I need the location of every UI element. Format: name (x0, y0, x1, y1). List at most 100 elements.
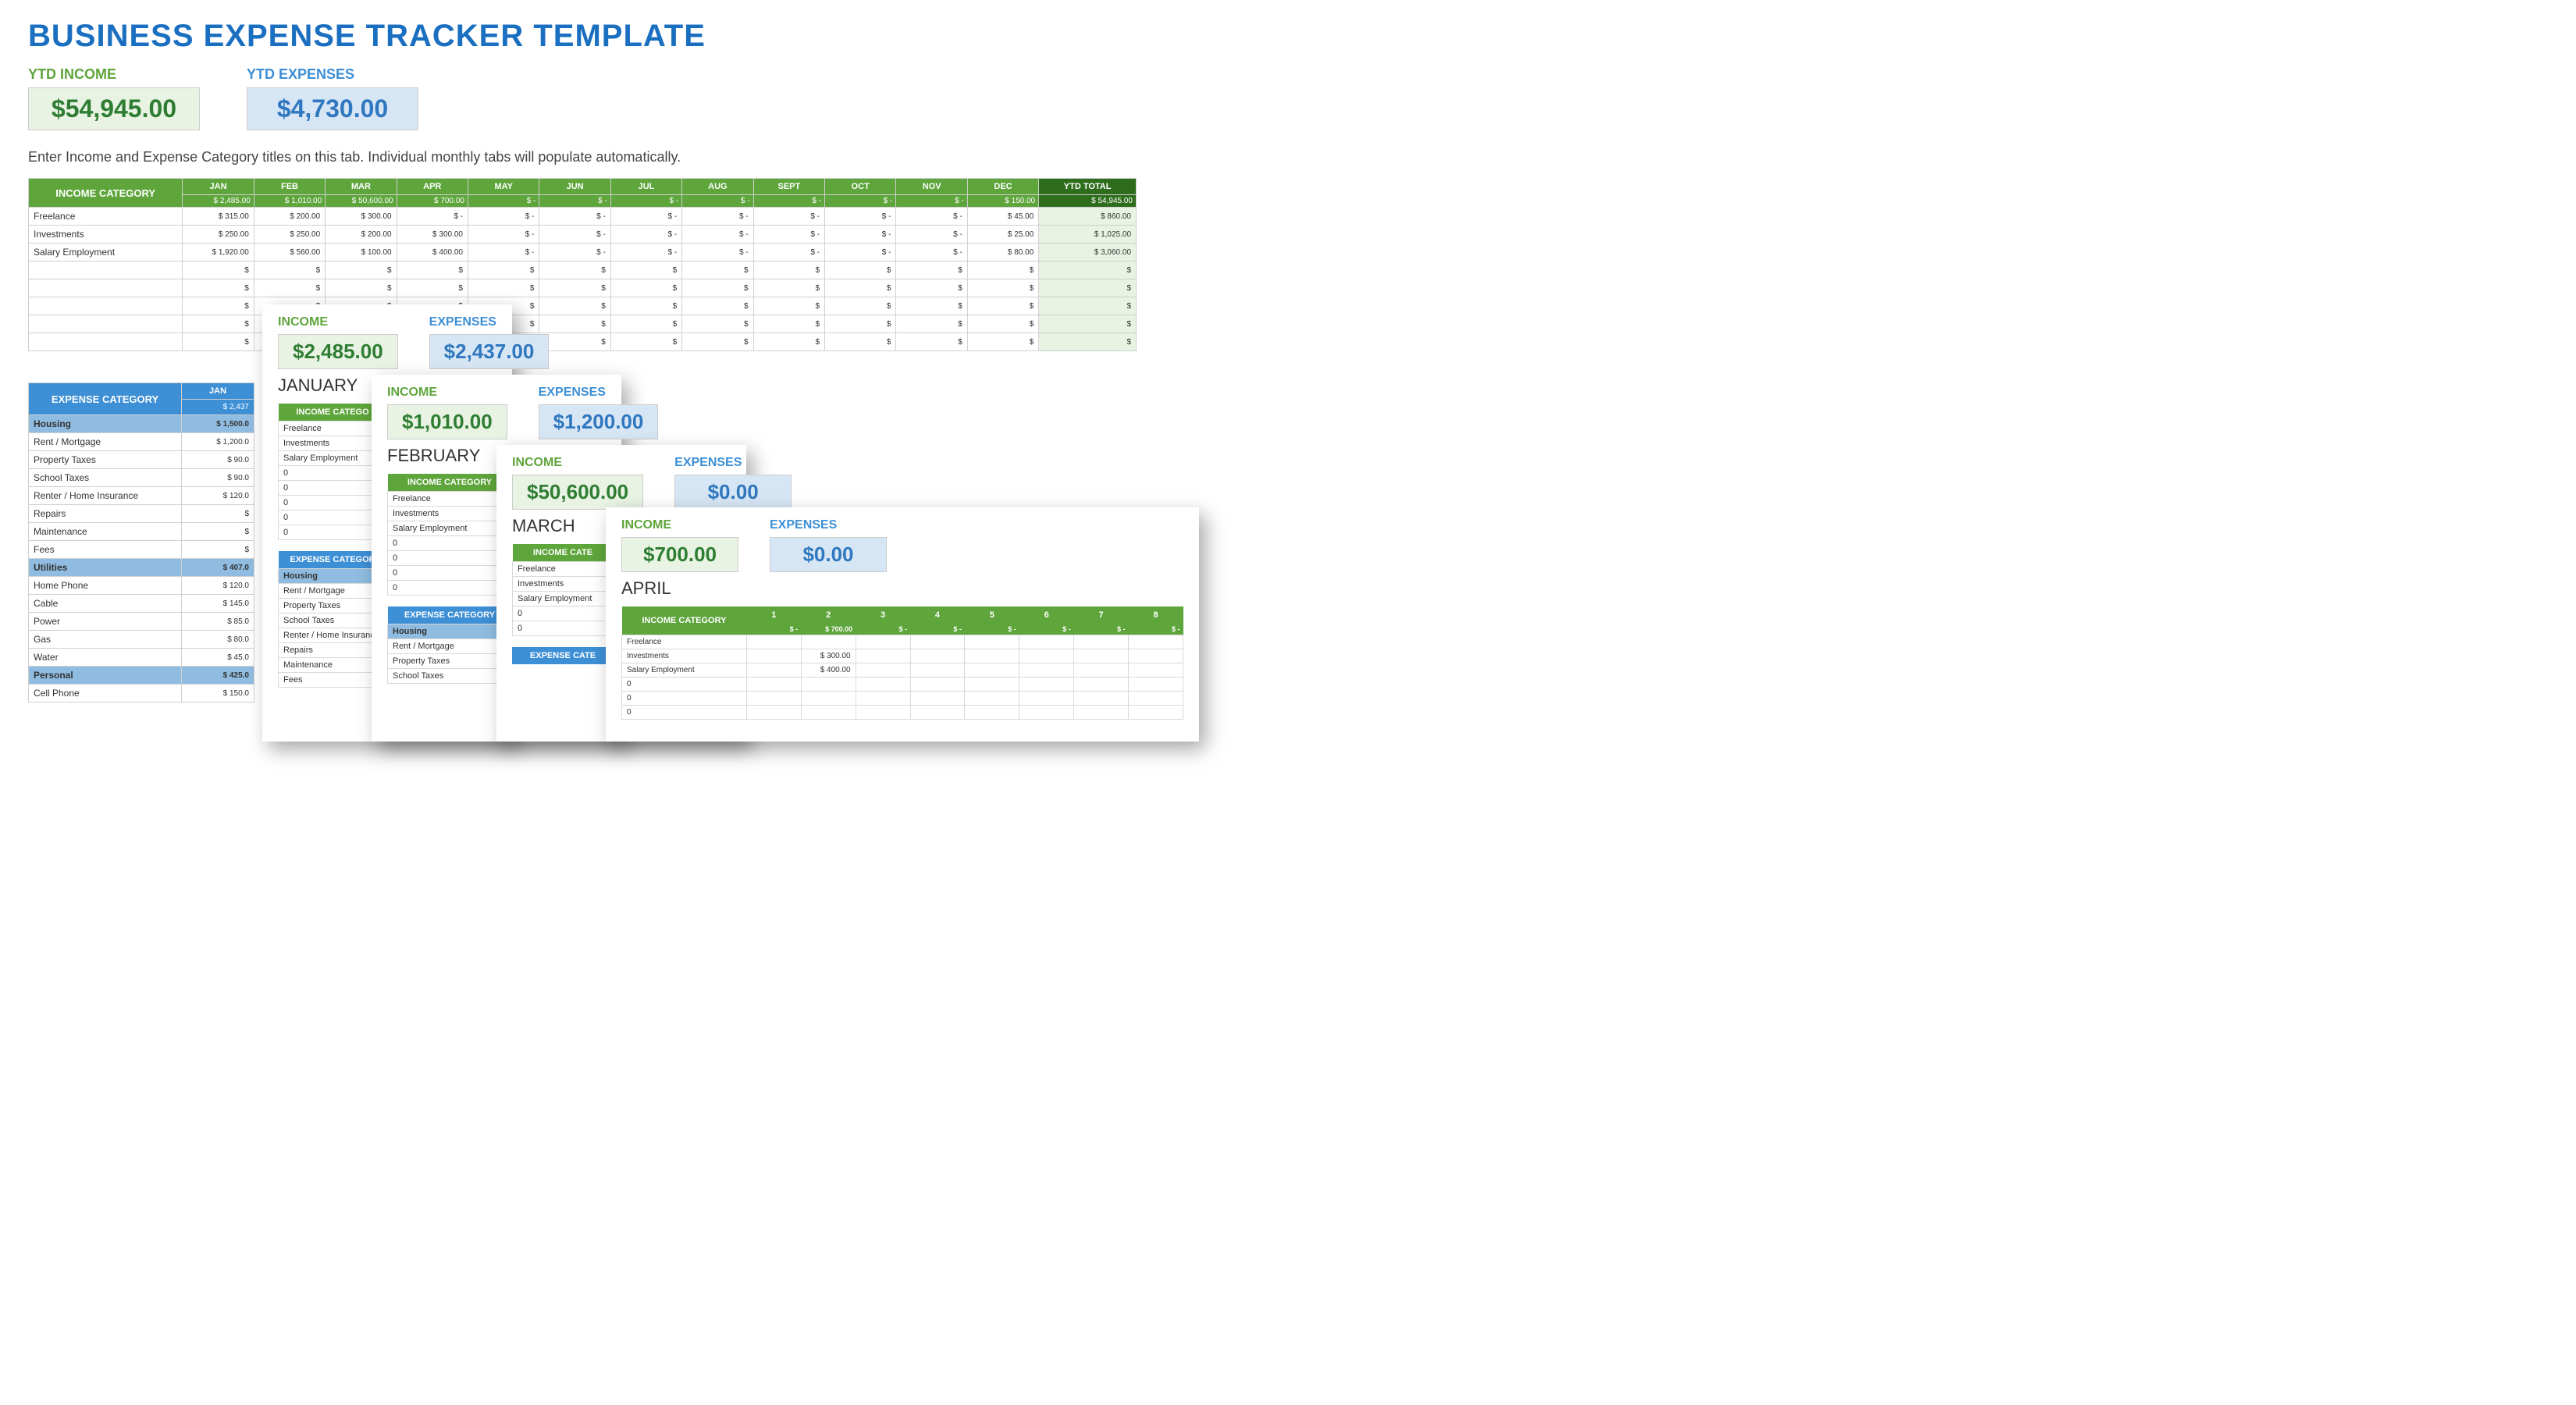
expense-row[interactable]: Water$ 45.0 (29, 649, 254, 667)
expense-row-value[interactable]: $ 120.0 (182, 487, 254, 505)
apr-row-name[interactable]: Salary Employment (622, 663, 747, 678)
expense-row-value[interactable]: $ 407.0 (182, 559, 254, 577)
mini-income-cell[interactable]: 0 (279, 525, 387, 540)
income-row-empty[interactable]: $$$$$$$$$$$$$ (29, 297, 1137, 315)
expense-row-name[interactable]: Power (29, 613, 182, 631)
expense-col-jan[interactable]: JAN (182, 383, 254, 400)
mini-income-cell[interactable]: Freelance (513, 562, 614, 577)
income-row-empty[interactable]: $$$$$$$$$$$$$ (29, 261, 1137, 279)
mini-expense-row[interactable]: Rent / Mortgage (279, 584, 387, 599)
apr-cell[interactable] (801, 635, 856, 649)
income-cell[interactable]: $ - (682, 208, 753, 226)
mini-expense-row[interactable]: School Taxes (279, 614, 387, 628)
apr-cell[interactable] (1129, 706, 1183, 720)
apr-cell[interactable] (801, 706, 856, 720)
mini-income-row[interactable]: Investments (279, 436, 387, 451)
apr-row-name[interactable]: Investments (622, 649, 747, 663)
apr-cell[interactable] (856, 706, 910, 720)
apr-cell[interactable] (965, 663, 1019, 678)
mini-income-row[interactable]: 0 (279, 481, 387, 496)
apr-cell[interactable] (1129, 635, 1183, 649)
expense-section-row[interactable]: Housing$ 1,500.0 (29, 415, 254, 433)
mini-income-row[interactable]: 0 (513, 621, 614, 636)
apr-cell[interactable] (746, 635, 801, 649)
mini-expense-cell[interactable]: Fees (279, 673, 387, 688)
apr-income-row[interactable]: 0 (622, 706, 1183, 720)
mini-income-cell[interactable]: 0 (388, 536, 512, 551)
expense-row-value[interactable]: $ 150.0 (182, 685, 254, 702)
apr-income-mini-table[interactable]: INCOME CATEGORY 1 2 3 4 5 6 7 8 $ -$ 700… (621, 606, 1183, 720)
income-cell[interactable]: $ - (753, 226, 824, 244)
apr-cell[interactable] (1129, 678, 1183, 692)
expense-row[interactable]: Power$ 85.0 (29, 613, 254, 631)
income-col-dec[interactable]: DEC (967, 179, 1038, 195)
mini-income-row[interactable]: 0 (279, 525, 387, 540)
expense-row[interactable]: Rent / Mortgage$ 1,200.0 (29, 433, 254, 451)
income-cell[interactable]: $ - (896, 208, 967, 226)
apr-cell[interactable] (910, 678, 965, 692)
expense-row-value[interactable]: $ 1,200.0 (182, 433, 254, 451)
expense-row[interactable]: Cell Phone$ 150.0 (29, 685, 254, 702)
income-col-feb[interactable]: FEB (254, 179, 325, 195)
mini-income-row[interactable]: 0 (279, 496, 387, 510)
mini-income-row[interactable]: 0 (279, 466, 387, 481)
mini-income-cell[interactable]: Salary Employment (513, 592, 614, 606)
mini-expense-row[interactable]: Maintenance (279, 658, 387, 673)
expense-row-value[interactable]: $ 80.0 (182, 631, 254, 649)
expense-row[interactable]: School Taxes$ 90.0 (29, 469, 254, 487)
apr-cell[interactable] (1074, 663, 1129, 678)
income-cell[interactable]: $ - (468, 244, 539, 261)
mini-expense-section[interactable]: Housing (388, 624, 512, 639)
income-col-jun[interactable]: JUN (539, 179, 610, 195)
income-cell[interactable]: $ - (753, 208, 824, 226)
mini-income-cell[interactable]: Investments (388, 507, 512, 521)
apr-col-4[interactable]: 4 (910, 606, 965, 624)
mini-income-cell[interactable]: 0 (388, 551, 512, 566)
mini-expense-cell[interactable]: Repairs (279, 643, 387, 658)
mini-expense-cell[interactable]: Renter / Home Insurance (279, 628, 387, 643)
income-row-name[interactable]: Freelance (29, 208, 183, 226)
mini-income-cell[interactable]: Salary Employment (279, 451, 387, 466)
expense-row-value[interactable]: $ 90.0 (182, 469, 254, 487)
apr-cell[interactable] (1074, 635, 1129, 649)
feb-income-mini-table[interactable]: INCOME CATEGORY FreelanceInvestmentsSala… (387, 474, 512, 596)
mini-income-row[interactable]: Investments (513, 577, 614, 592)
apr-cell[interactable] (801, 692, 856, 706)
income-cell[interactable]: $ - (682, 244, 753, 261)
income-col-oct[interactable]: OCT (825, 179, 896, 195)
income-cell[interactable]: $ - (539, 208, 610, 226)
mini-income-cell[interactable]: 0 (279, 496, 387, 510)
mini-income-cell[interactable]: 0 (279, 481, 387, 496)
income-cell[interactable]: $ 80.00 (967, 244, 1038, 261)
income-cell[interactable]: $ - (825, 226, 896, 244)
mar-expense-mini-table[interactable]: EXPENSE CATE (512, 647, 614, 664)
expense-row-name[interactable]: Utilities (29, 559, 182, 577)
income-col-apr[interactable]: APR (397, 179, 468, 195)
mini-income-cell[interactable]: Salary Employment (388, 521, 512, 536)
income-cell[interactable]: $ - (896, 244, 967, 261)
jan-expense-mini-table[interactable]: EXPENSE CATEGOR HousingRent / MortgagePr… (278, 551, 387, 688)
apr-col-8[interactable]: 8 (1129, 606, 1183, 624)
income-cell[interactable]: $ 300.00 (326, 208, 397, 226)
apr-cell[interactable] (746, 706, 801, 720)
income-col-sept[interactable]: SEPT (753, 179, 824, 195)
apr-cell[interactable] (910, 635, 965, 649)
expense-row-name[interactable]: Personal (29, 667, 182, 685)
expense-row-name[interactable]: Fees (29, 541, 182, 559)
expense-row-value[interactable]: $ (182, 541, 254, 559)
apr-income-row[interactable]: Salary Employment $ 400.00 (622, 663, 1183, 678)
apr-cell[interactable] (1019, 678, 1074, 692)
expense-row-name[interactable]: Gas (29, 631, 182, 649)
apr-cell[interactable]: $ 400.00 (801, 663, 856, 678)
expense-row-name[interactable]: Housing (29, 415, 182, 433)
income-cell[interactable]: $ 25.00 (967, 226, 1038, 244)
expense-row-name[interactable]: Cable (29, 595, 182, 613)
expense-row-value[interactable]: $ (182, 523, 254, 541)
income-cell[interactable]: $ 250.00 (183, 226, 254, 244)
expense-row-name[interactable]: Rent / Mortgage (29, 433, 182, 451)
income-col-jan[interactable]: JAN (183, 179, 254, 195)
apr-cell[interactable]: $ 300.00 (801, 649, 856, 663)
expense-row-name[interactable]: Property Taxes (29, 451, 182, 469)
apr-cell[interactable] (1019, 692, 1074, 706)
expense-row-value[interactable]: $ 90.0 (182, 451, 254, 469)
